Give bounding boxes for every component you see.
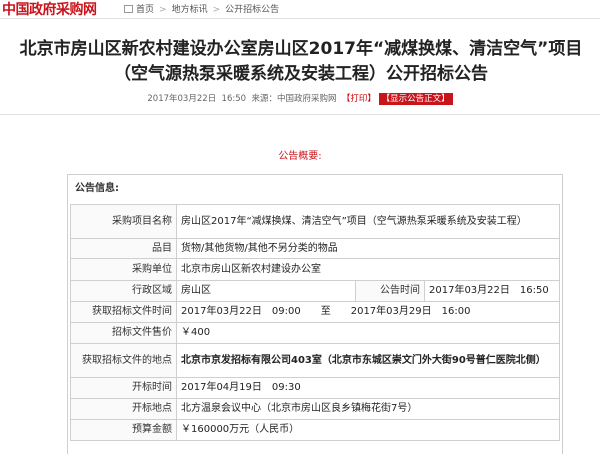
row-label: 开标地点	[70, 398, 177, 420]
table-row: 获取招标文件时间 2017年03月22日 09:00 至 2017年03月29日…	[70, 301, 560, 323]
breadcrumb-separator-icon: >	[212, 5, 221, 15]
row-label: 开标时间	[70, 377, 177, 399]
row-label: 公告时间	[355, 280, 425, 302]
row-label: 行政区域	[70, 280, 177, 302]
divider	[0, 114, 600, 115]
source-label: 来源：	[251, 94, 277, 104]
breadcrumb-open-tender[interactable]: 公开招标公告	[225, 5, 279, 15]
row-value: 货物/其他货物/其他不另分类的物品	[176, 238, 560, 259]
show-body-button[interactable]: 【显示公告正文】	[378, 93, 453, 105]
table-row: 开标时间 2017年04月19日 09:30	[70, 377, 560, 399]
row-value: 北京市房山区新农村建设办公室	[176, 258, 560, 281]
divider	[0, 18, 600, 19]
breadcrumb-local-tenders[interactable]: 地方标讯	[172, 5, 208, 15]
table-row: 预算金额 ￥160000万元（人民币）	[70, 419, 560, 441]
table-row: 开标地点 北方温泉会议中心（北京市房山区良乡镇梅花街7号）	[70, 398, 560, 420]
row-value: ￥160000万元（人民币）	[176, 419, 560, 441]
table-row: 行政区域 房山区 公告时间 2017年03月22日 16:50	[70, 280, 560, 302]
row-label: 采购项目名称	[70, 204, 177, 239]
print-link[interactable]: 【打印】	[342, 94, 376, 104]
table-row: 采购项目名称 房山区2017年“减煤换煤、清洁空气”项目（空气源热泵采暖系统及安…	[70, 204, 560, 239]
row-label: 获取招标文件时间	[70, 301, 177, 323]
breadcrumb-home[interactable]: 首页	[136, 5, 154, 15]
table-row: 采购单位 北京市房山区新农村建设办公室	[70, 258, 560, 281]
overview-heading: 公告概要:	[278, 151, 322, 162]
row-value: 2017年03月22日 16:50	[424, 280, 560, 302]
announcement-info-table: 采购项目名称 房山区2017年“减煤换煤、清洁空气”项目（空气源热泵采暖系统及安…	[70, 204, 560, 441]
page-title: 北京市房山区新农村建设办公室房山区2017年“减煤换煤、清洁空气”项目（空气源热…	[19, 39, 583, 84]
table-row: 招标文件售价 ￥400	[70, 322, 560, 344]
row-label: 预算金额	[70, 419, 177, 441]
row-value: 北方温泉会议中心（北京市房山区良乡镇梅花街7号）	[176, 398, 560, 420]
row-value: 2017年03月22日 09:00 至 2017年03月29日 16:00	[176, 301, 560, 323]
row-label: 采购单位	[70, 258, 177, 281]
publish-date: 2017年03月22日	[147, 94, 217, 104]
row-label: 获取招标文件的地点	[70, 343, 177, 378]
home-icon	[124, 5, 133, 13]
row-value: 北京市京发招标有限公司403室（北京市东城区崇文门外大街90号普仁医院北侧）	[176, 343, 560, 378]
publish-time: 16:50	[221, 94, 247, 104]
breadcrumb-separator-icon: >	[159, 5, 167, 15]
table-row: 品目 货物/其他货物/其他不另分类的物品	[70, 238, 560, 259]
site-logo[interactable]: 中国政府采购网	[2, 0, 97, 19]
row-value: 2017年04月19日 09:30	[176, 377, 560, 399]
top-bar: 中国政府采购网 首页 > 地方标讯 > 公开招标公告	[0, 0, 600, 19]
row-label: 品目	[70, 238, 177, 259]
row-value: 房山区	[176, 280, 356, 302]
article-meta: 2017年03月22日 16:50 来源：中国政府采购网 【打印】 【显示公告正…	[0, 92, 600, 105]
table-row: 获取招标文件的地点 北京市京发招标有限公司403室（北京市东城区崇文门外大街90…	[70, 343, 560, 378]
breadcrumb: 首页 > 地方标讯 > 公开招标公告	[124, 2, 279, 15]
row-value: 房山区2017年“减煤换煤、清洁空气”项目（空气源热泵采暖系统及安装工程）	[176, 204, 560, 239]
info-heading: 公告信息:	[75, 183, 119, 194]
row-label: 招标文件售价	[70, 322, 177, 344]
row-value: ￥400	[176, 322, 560, 344]
source-name: 中国政府采购网	[276, 94, 337, 104]
